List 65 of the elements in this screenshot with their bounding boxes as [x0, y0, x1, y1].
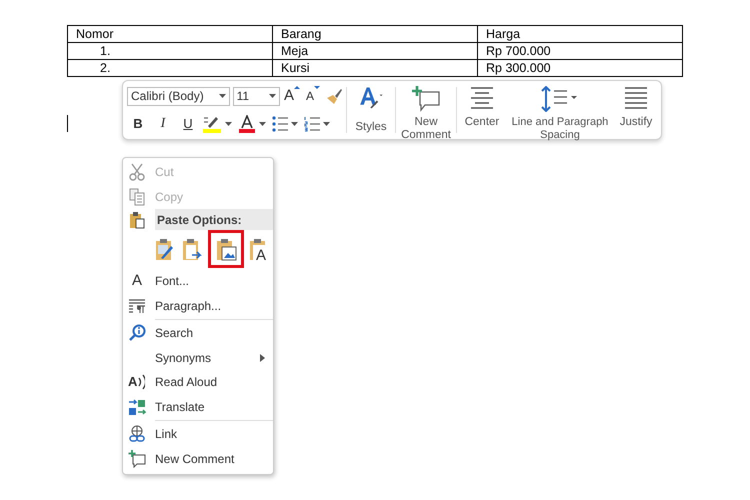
table-cell: Barang	[272, 26, 478, 42]
styles-button[interactable]: Styles	[350, 82, 392, 138]
table-cell: 2.	[68, 60, 272, 76]
table-cell: Rp 300.000	[478, 60, 682, 76]
bold-button[interactable]: B	[127, 114, 149, 134]
down-triangle-icon	[314, 86, 320, 89]
paintbrush-icon	[326, 88, 342, 104]
paragraph-icon	[128, 296, 146, 315]
menu-item[interactable]: Translate	[123, 394, 273, 419]
dropdown-caret-icon	[291, 122, 298, 126]
globe-link-icon	[128, 425, 146, 444]
table-cell: Kursi	[272, 60, 478, 76]
copy-icon	[128, 188, 146, 206]
table-cell: Rp 700.000	[478, 42, 682, 60]
table-cell: 1.	[68, 42, 272, 60]
highlighter-icon	[202, 115, 222, 133]
table-cell: Meja	[272, 42, 478, 60]
spacing-button[interactable]: Line and Paragraph Spacing	[504, 82, 616, 138]
sound-waves-icon	[137, 373, 146, 392]
table-cell: Nomor	[68, 26, 272, 42]
dropdown-caret-icon	[259, 122, 266, 126]
up-triangle-icon	[294, 86, 300, 89]
dropdown-caret-icon	[225, 122, 232, 126]
font-size-dropdown[interactable]: 11	[232, 86, 280, 106]
highlight-button[interactable]	[202, 114, 235, 134]
keep-text-only-option[interactable]: A	[246, 230, 274, 268]
shrink-font-button[interactable]: A	[304, 86, 322, 106]
format-painter-button[interactable]	[325, 86, 343, 106]
numbered-list-icon	[304, 116, 320, 132]
font-color-icon	[238, 115, 256, 133]
dropdown-caret-icon	[323, 122, 330, 126]
bullets-button[interactable]	[272, 114, 301, 134]
menu-item[interactable]: New Comment	[123, 446, 273, 471]
letter-icon: A	[128, 273, 146, 290]
menu-item[interactable]: A Read Aloud	[123, 370, 273, 394]
clipboard-icon	[128, 210, 146, 228]
new-comment-icon	[128, 450, 146, 468]
table-cell: Harga	[478, 26, 682, 42]
search-icon	[128, 324, 146, 342]
italic-button[interactable]: I	[152, 114, 174, 134]
translate-icon	[128, 398, 146, 416]
underline-button[interactable]: U	[177, 114, 199, 134]
bullet-list-icon	[272, 116, 288, 132]
comment-button[interactable]: New Comment	[399, 82, 453, 138]
scissors-icon	[128, 163, 146, 182]
menu-item[interactable]: Search	[123, 321, 273, 346]
new-comment-icon	[411, 86, 441, 112]
font-name-dropdown[interactable]: Calibri (Body)	[127, 86, 230, 106]
menu-item[interactable]: A Font...	[123, 269, 273, 294]
justify-button[interactable]: Justify	[616, 82, 656, 138]
center-button[interactable]: Center	[460, 82, 504, 138]
text-cursor	[67, 115, 68, 132]
numbering-button[interactable]	[304, 114, 333, 134]
letter-icon: A	[128, 374, 138, 390]
menu-item[interactable]: Synonyms	[123, 346, 273, 370]
menu-item[interactable]: Link	[123, 422, 273, 446]
paste-picture-option[interactable]	[208, 230, 244, 268]
font-color-button[interactable]	[238, 114, 269, 134]
dropdown-caret-icon	[218, 94, 226, 98]
menu-item[interactable]: Paragraph...	[123, 294, 273, 318]
merge-formatting-icon	[180, 237, 204, 261]
grow-font-button[interactable]: A	[283, 86, 301, 106]
paste-options-heading: Paste Options:	[155, 209, 273, 230]
dropdown-caret-icon	[269, 94, 276, 98]
line-spacing-icon	[541, 86, 579, 112]
